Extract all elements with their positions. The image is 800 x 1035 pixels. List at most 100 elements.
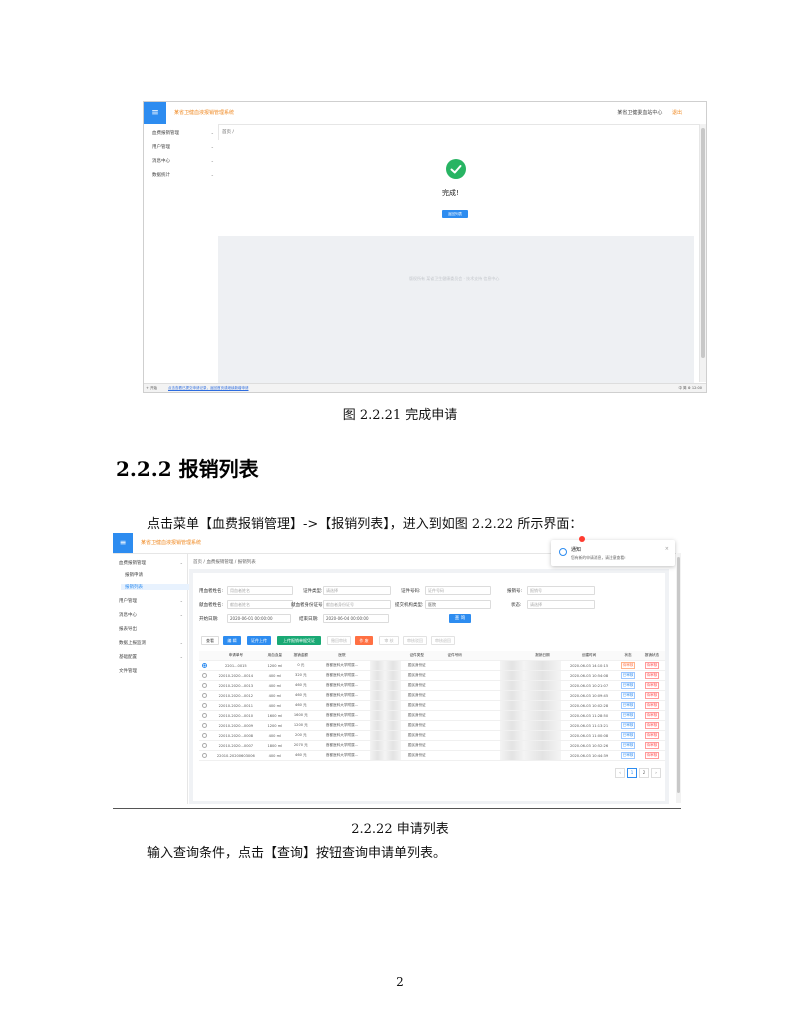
table-row[interactable]: 22010-2020...0007 1800 ml 2070 元 首都医科大学附属..… [199, 740, 665, 751]
table-header[interactable]: 医院 [313, 651, 371, 661]
table-row[interactable]: 22010-2020...0011 400 ml 460 元 首都医科大学附属... 居… [199, 700, 665, 711]
table-header[interactable]: 申请单号 [209, 651, 262, 661]
radio-icon[interactable] [201, 712, 207, 718]
status-badge[interactable]: 已审核 [620, 722, 636, 729]
table-row[interactable]: 22010-2020...0008 400 ml 200 元 首都医科大学附属... 居… [199, 730, 665, 741]
table-row[interactable]: 22010-2020...0010 1600 ml 1600 元 首都医科大学附属..… [199, 710, 665, 721]
claim-status-badge[interactable]: 待审核 [644, 702, 660, 709]
close-icon[interactable]: × [665, 546, 669, 552]
sidebar-item-claim-list[interactable]: 报销列表 [121, 584, 191, 590]
radio-icon[interactable] [201, 732, 207, 738]
table-header[interactable] [370, 651, 386, 661]
prev-page-button[interactable]: ‹ [615, 768, 625, 778]
claim-number-input[interactable]: 报销号 [527, 586, 595, 595]
withdraw-button[interactable]: 撤回审核 [327, 636, 351, 645]
back-to-list-button[interactable]: 返回列表 [442, 210, 468, 218]
menu-icon[interactable]: ≡ [144, 102, 166, 124]
status-badge[interactable]: 待审核 [620, 662, 636, 669]
radio-icon[interactable] [201, 682, 207, 688]
row-select-radio[interactable] [199, 690, 210, 701]
status-badge[interactable]: 已审核 [620, 702, 636, 709]
status-badge[interactable]: 已审核 [620, 692, 636, 699]
table-header[interactable] [476, 651, 501, 661]
page-2-button[interactable]: 2 [639, 768, 649, 778]
org-type-select[interactable]: 医院 [425, 600, 491, 609]
sidebar-item-files[interactable]: 文件管理 [119, 668, 183, 674]
claim-status-badge[interactable]: 待审核 [644, 742, 660, 749]
table-row[interactable]: 22010-2020...0009 1200 ml 1200 元 首都医科大学附属..… [199, 720, 665, 731]
row-select-radio[interactable] [199, 740, 210, 751]
donor-id-input[interactable]: 献血者身份证号 [323, 600, 391, 609]
claim-status-badge[interactable]: 待审核 [644, 672, 660, 679]
claim-status-badge[interactable]: 待审核 [644, 752, 660, 759]
sidebar-item-messages[interactable]: 消息中心 ⌄ [119, 612, 183, 618]
claim-status-badge[interactable]: 待审核 [644, 712, 660, 719]
status-badge[interactable]: 已审核 [620, 742, 636, 749]
row-select-radio[interactable] [199, 720, 210, 731]
table-header[interactable] [500, 651, 525, 661]
radio-icon[interactable] [201, 702, 207, 708]
radio-icon[interactable] [201, 752, 207, 758]
table-header[interactable]: 报销状态 [638, 651, 665, 661]
sidebar-item-stats[interactable]: 数据统计 ⌄ [152, 172, 214, 178]
status-link[interactable]: 点击查看已提交申请记录，返回首页或继续新增申请 [168, 386, 249, 391]
radio-icon[interactable] [201, 722, 207, 728]
sidebar-item-users[interactable]: 用户管理 ⌄ [119, 598, 183, 604]
radio-icon[interactable] [201, 692, 207, 698]
next-page-button[interactable]: › [651, 768, 661, 778]
table-row[interactable]: 2201...0015 1200 ml 0 元 首都医科大学附属... 居民身份证 202… [199, 660, 665, 671]
upload-id-button[interactable]: 证件上传 [247, 636, 271, 645]
table-header[interactable]: 用血血量 [261, 651, 288, 661]
status-badge[interactable]: 已审核 [620, 712, 636, 719]
table-header[interactable]: 状态 [617, 651, 639, 661]
sidebar-item-claim-apply[interactable]: 报销申请 [125, 572, 183, 578]
donor-input[interactable]: 献血者姓名 [227, 600, 293, 609]
row-select-radio[interactable] [199, 730, 210, 741]
user-org-label[interactable]: 某省卫健委血站中心 [617, 110, 662, 116]
sidebar-item-report-export[interactable]: 报表导出 [119, 626, 183, 632]
claim-status-badge[interactable]: 待审核 [644, 722, 660, 729]
menu-icon[interactable]: ≡ [113, 533, 133, 553]
table-header[interactable]: 创建时间 [560, 651, 618, 661]
sidebar-item-messages[interactable]: 消息中心 ⌄ [152, 158, 214, 164]
status-select[interactable]: 请选择 [527, 600, 595, 609]
table-row[interactable]: 22010-2020...0013 400 ml 460 元 首都医科大学附属... 居… [199, 680, 665, 691]
sidebar-item-base-config[interactable]: 基础配置 ⌄ [119, 654, 183, 660]
applicant-input[interactable]: 用血者姓名 [227, 586, 293, 595]
table-row[interactable]: 22010-20200603006 400 ml 460 元 首都医科大学附属... 居… [199, 750, 665, 761]
scrollbar-thumb[interactable] [701, 128, 705, 358]
row-select-radio[interactable] [199, 680, 210, 691]
upload-receipt-button[interactable]: 上传报销单据凭证 [277, 636, 321, 645]
status-badge[interactable]: 已审核 [620, 752, 636, 759]
status-badge[interactable]: 已审核 [620, 682, 636, 689]
radio-icon[interactable] [201, 672, 207, 678]
notification-message[interactable]: 您有新的申请消息，请注意查看! [571, 555, 626, 561]
start-date-input[interactable]: 2020-06-01 00:00:00 [227, 614, 291, 623]
table-header[interactable]: 证件类型 [400, 651, 434, 661]
sidebar-item-blood-claims[interactable]: 血费报销管理 ⌄ [119, 560, 183, 566]
table-header[interactable]: 证件号码 [433, 651, 477, 661]
row-select-radio[interactable] [199, 660, 210, 671]
vertical-scrollbar[interactable] [699, 124, 706, 382]
radio-icon[interactable] [201, 662, 207, 668]
sidebar-item-users[interactable]: 用户管理 ⌄ [152, 144, 214, 150]
row-select-radio[interactable] [199, 700, 210, 711]
id-number-input[interactable]: 证件号码 [425, 586, 491, 595]
claim-status-badge[interactable]: 待审核 [644, 692, 660, 699]
page-1-button[interactable]: 1 [627, 768, 637, 778]
audit-return-button[interactable]: 审核退回 [431, 636, 455, 645]
status-badge[interactable]: 已审核 [620, 732, 636, 739]
row-select-radio[interactable] [199, 750, 210, 761]
table-row[interactable]: 22010-2020...0014 400 ml 320 元 首都医科大学附属... 居… [199, 670, 665, 681]
vertical-scrollbar[interactable] [676, 553, 681, 803]
scrollbar-thumb[interactable] [677, 557, 680, 793]
row-select-radio[interactable] [199, 710, 210, 721]
status-badge[interactable]: 已审核 [620, 672, 636, 679]
void-button[interactable]: 作 废 [355, 636, 373, 645]
id-type-select[interactable]: 请选择 [323, 586, 391, 595]
table-header[interactable]: 报销金额 [287, 651, 314, 661]
audit-button[interactable]: 审 核 [379, 636, 399, 645]
claim-status-badge[interactable]: 待审核 [644, 682, 660, 689]
edit-button[interactable]: 编 辑 [223, 636, 241, 645]
table-row[interactable]: 22010-2020...0012 400 ml 460 元 首都医科大学附属... 居… [199, 690, 665, 701]
